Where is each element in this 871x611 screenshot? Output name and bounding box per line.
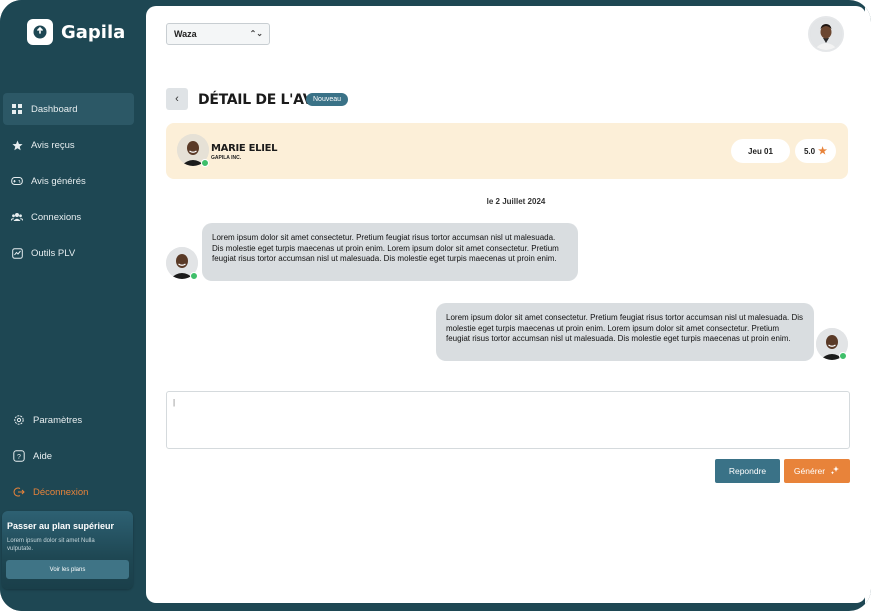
svg-text:?: ?	[17, 454, 21, 461]
sidebar-item-aide[interactable]: ? Aide	[3, 440, 134, 472]
reviewer-card: MARIE ELIEL GAPILA INC. Jeu 01 5.0 ★	[166, 123, 848, 179]
sidebar-item-logout[interactable]: Déconnexion	[3, 476, 134, 508]
bottom-nav: Paramètres ? Aide Déconnexion	[3, 404, 134, 512]
reply-button[interactable]: Repondre	[715, 459, 780, 483]
rating-value: 5.0	[803, 146, 816, 156]
back-button[interactable]: ‹	[166, 88, 188, 110]
message-bubble-left: Lorem ipsum dolor sit amet consectetur. …	[202, 223, 578, 281]
logo-icon	[27, 19, 53, 45]
chevron-updown-icon: ⌃⌄	[249, 29, 263, 38]
main-content: Waza ⌃⌄ ‹ DÉTAIL DE L'AVIS Nouveau MARIE…	[146, 6, 866, 603]
upgrade-description: Lorem ipsum dolor sit amet Nulla vulputa…	[7, 538, 95, 552]
online-status-dot	[839, 352, 847, 360]
sparkle-icon	[830, 465, 840, 477]
logo[interactable]: Gapila	[27, 19, 125, 45]
sidebar-item-label: Outils PLV	[31, 247, 76, 259]
users-icon	[11, 211, 23, 223]
sidebar-item-parametres[interactable]: Paramètres	[3, 404, 134, 436]
star-icon: ★	[818, 145, 828, 157]
sidebar-item-label: Dashboard	[31, 103, 78, 115]
upgrade-card: Passer au plan supérieur Lorem ipsum dol…	[2, 511, 133, 589]
generate-label: Générer	[793, 466, 826, 476]
star-icon	[11, 139, 23, 151]
tools-icon	[11, 247, 23, 259]
sidebar-item-label: Aide	[33, 450, 53, 462]
sidebar-item-connexions[interactable]: Connexions	[3, 201, 134, 233]
app-name: Gapila	[61, 21, 126, 43]
reviewer-name: MARIE ELIEL	[211, 143, 278, 154]
sidebar: Gapila Dashboard Avis reçus Avis générés	[0, 0, 146, 611]
date-pill: Jeu 01	[731, 139, 790, 163]
sidebar-item-label: Connexions	[31, 211, 82, 223]
app-frame: Gapila Dashboard Avis reçus Avis générés	[0, 0, 871, 611]
date-separator: le 2 Juillet 2024	[486, 197, 546, 206]
sidebar-item-avis-recus[interactable]: Avis reçus	[3, 129, 134, 161]
gear-icon	[13, 414, 25, 426]
sidebar-item-outils-plv[interactable]: Outils PLV	[3, 237, 134, 269]
sidebar-item-label: Déconnexion	[33, 486, 89, 498]
reviewer-company: GAPILA INC.	[211, 155, 242, 161]
sidebar-item-avis-generes[interactable]: Avis générés	[3, 165, 134, 197]
online-status-dot	[190, 272, 198, 280]
message-bubble-right: Lorem ipsum dolor sit amet consectetur. …	[436, 303, 814, 361]
online-status-dot	[201, 159, 209, 167]
sidebar-item-label: Avis générés	[31, 175, 86, 187]
sidebar-item-label: Avis reçus	[31, 139, 75, 151]
view-plans-button[interactable]: Voir les plans	[6, 560, 129, 579]
generate-button[interactable]: Générer	[784, 459, 850, 483]
window-edge	[865, 0, 871, 611]
composer-cursor: |	[173, 398, 176, 407]
reply-textarea[interactable]: |	[166, 391, 850, 449]
rating-pill: 5.0 ★	[795, 139, 836, 163]
main-nav: Dashboard Avis reçus Avis générés Connex…	[3, 93, 134, 273]
chevron-left-icon: ‹	[175, 93, 179, 105]
dashboard-icon	[11, 103, 23, 115]
gamepad-icon	[11, 175, 23, 187]
avatar[interactable]	[808, 16, 844, 52]
sidebar-item-label: Paramètres	[33, 414, 83, 426]
upgrade-title: Passer au plan supérieur	[7, 521, 115, 531]
help-icon: ?	[13, 450, 25, 462]
logout-icon	[13, 486, 25, 498]
sidebar-item-dashboard[interactable]: Dashboard	[3, 93, 134, 125]
status-badge: Nouveau	[306, 93, 349, 106]
business-select[interactable]: Waza ⌃⌄	[166, 23, 270, 45]
business-select-value: Waza	[174, 29, 197, 39]
